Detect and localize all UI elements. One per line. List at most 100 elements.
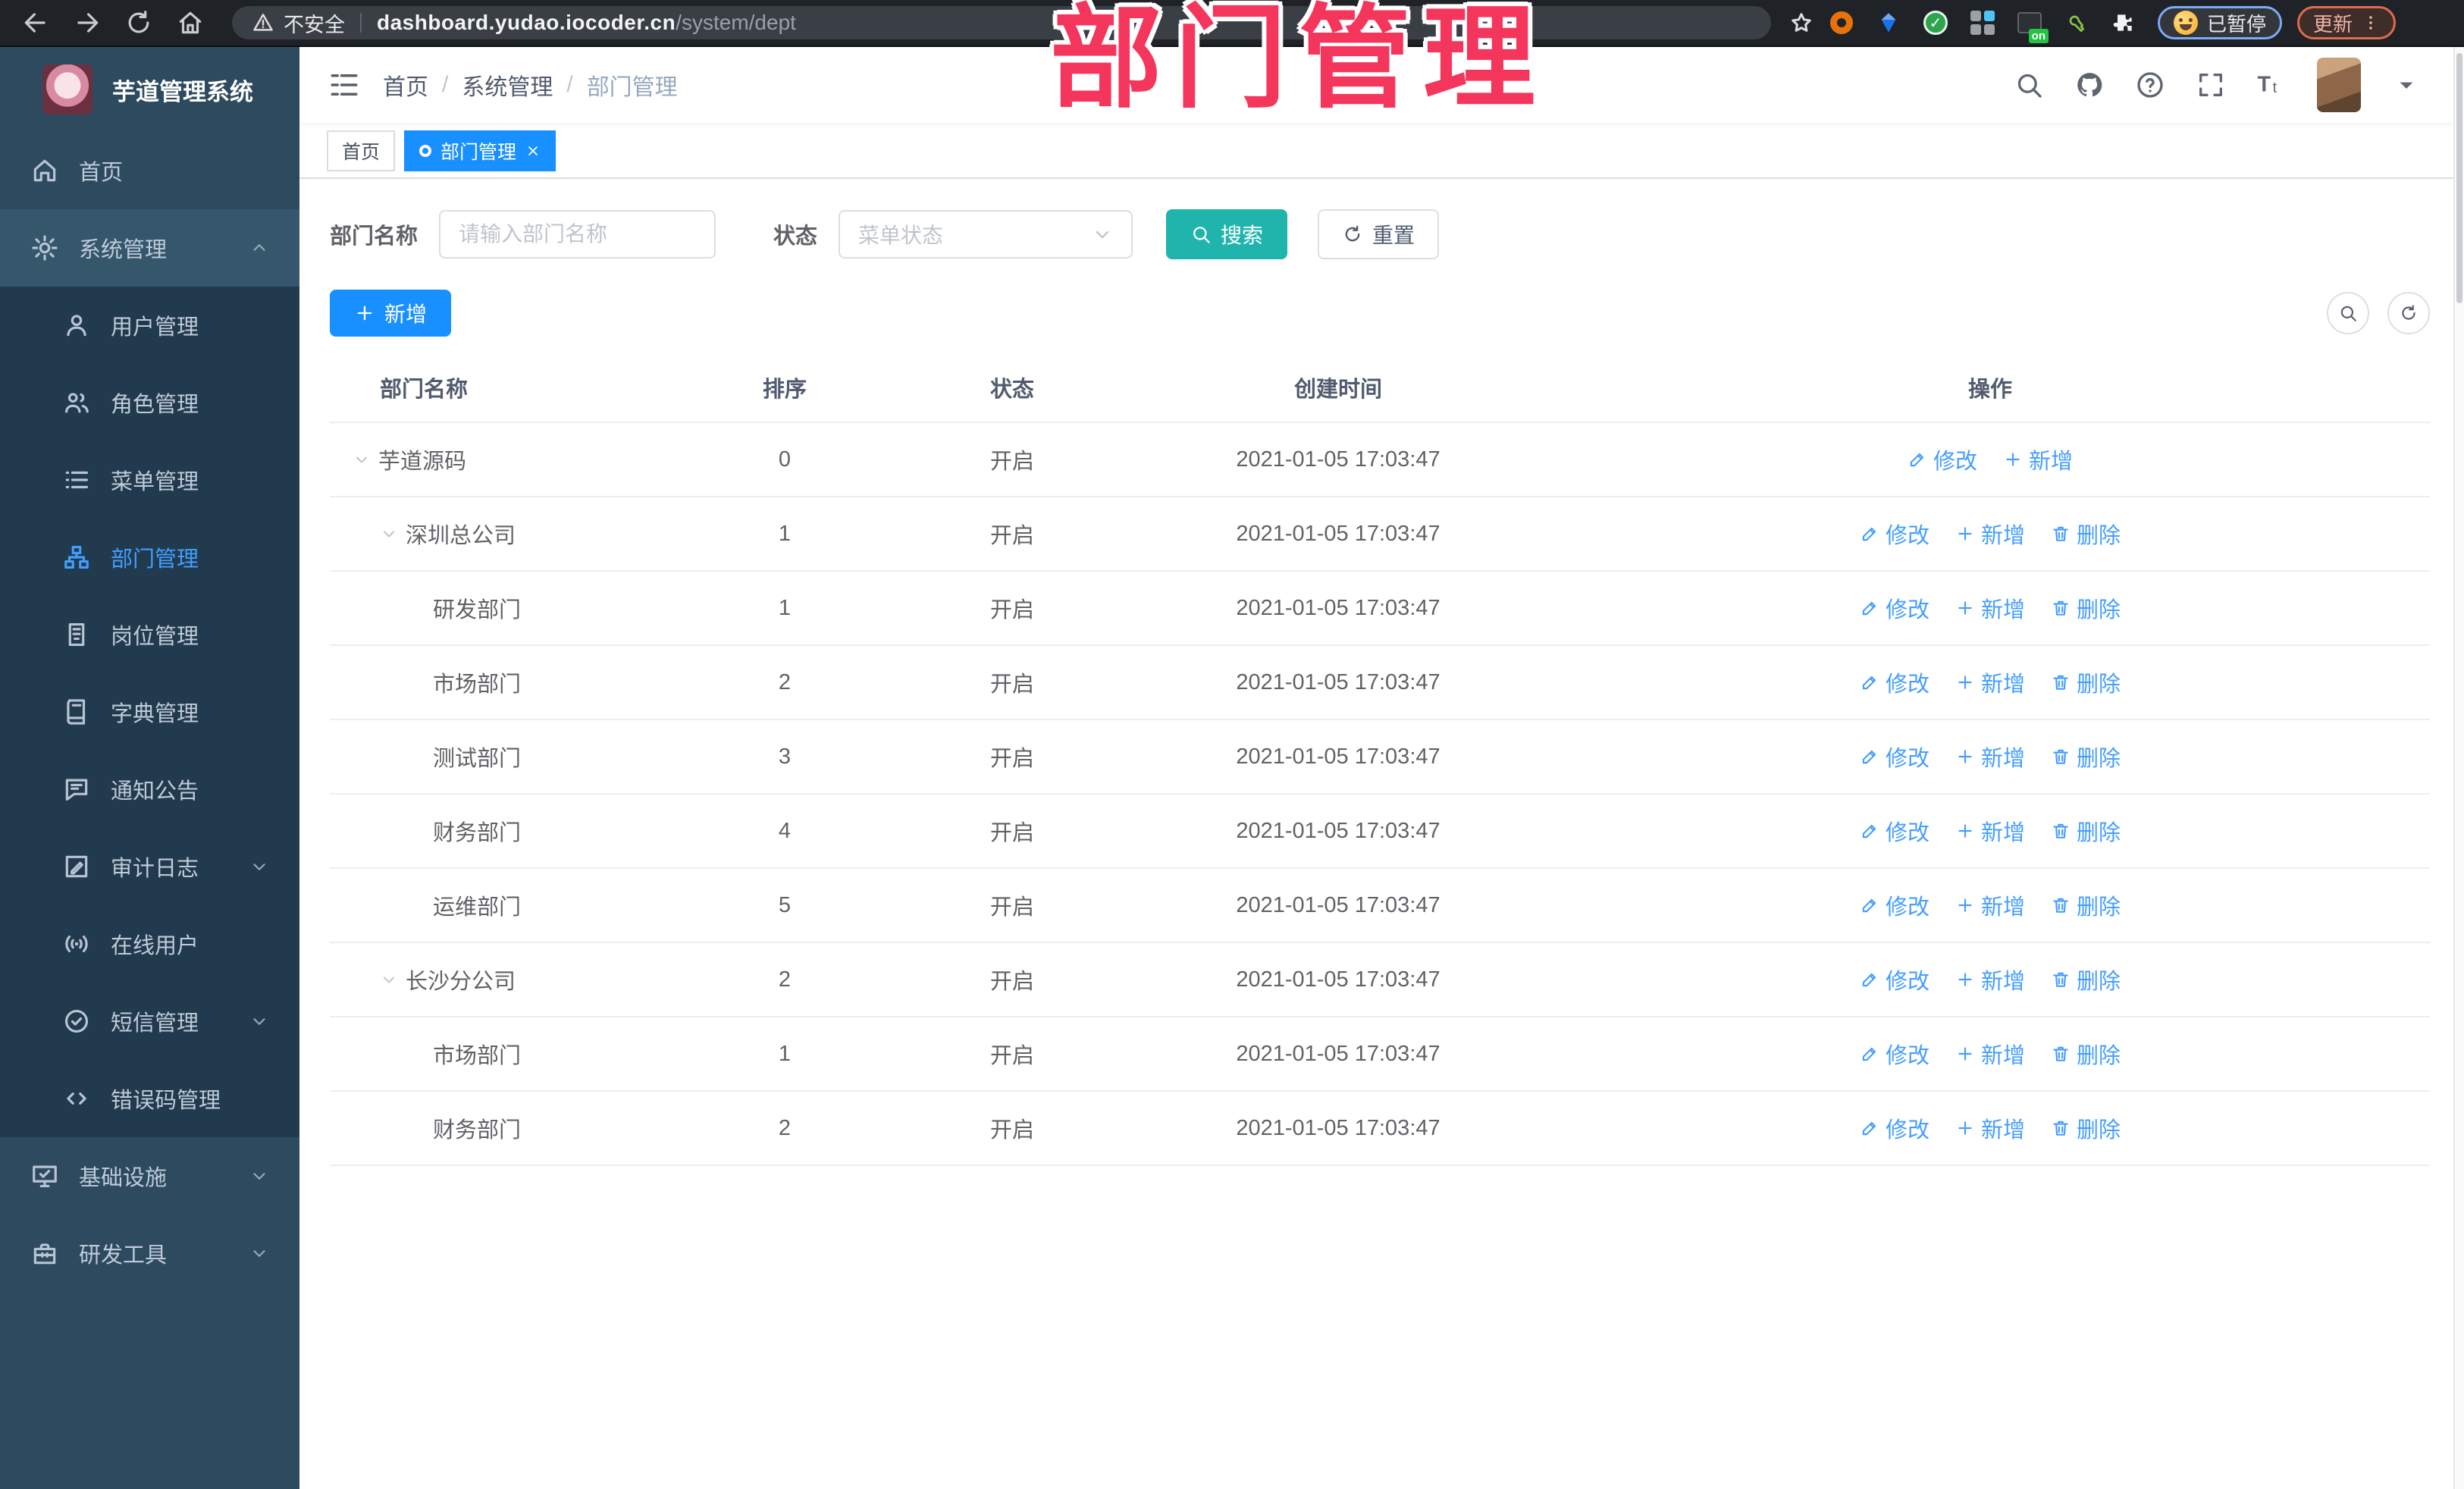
- fullscreen-icon[interactable]: [2196, 70, 2226, 100]
- op-修改-link[interactable]: 修改: [1860, 889, 1930, 921]
- op-修改-link[interactable]: 修改: [1860, 1112, 1930, 1144]
- dept-status: 开启: [989, 821, 1034, 845]
- op-修改-link[interactable]: 修改: [1908, 444, 1977, 475]
- profile-paused-chip[interactable]: 已暂停: [2158, 6, 2283, 39]
- op-删除-link[interactable]: 删除: [2051, 741, 2121, 773]
- op-修改-link[interactable]: 修改: [1860, 964, 1930, 995]
- dept-operations: 修改 新增 删除: [1550, 964, 2430, 995]
- op-新增-link[interactable]: 新增: [1955, 666, 2025, 698]
- bookmark-star-icon[interactable]: [1788, 9, 1815, 36]
- breadcrumb-item[interactable]: 首页: [383, 68, 428, 102]
- op-新增-link[interactable]: 新增: [1955, 815, 2025, 847]
- ext-green-key-icon[interactable]: [2062, 8, 2091, 37]
- chevron-down-icon[interactable]: [353, 450, 371, 469]
- address-bar[interactable]: 不安全 dashboard.yudao.iocoder.cn/system/de…: [232, 6, 1771, 39]
- op-删除-link[interactable]: 删除: [2051, 964, 2121, 995]
- op-修改-link[interactable]: 修改: [1860, 592, 1930, 624]
- breadcrumb-item[interactable]: 系统管理: [462, 68, 553, 102]
- sidebar-item-审计日志[interactable]: 审计日志: [0, 828, 299, 905]
- table-row[interactable]: 财务部门 2 开启 2021-01-05 17:03:47 修改 新增 删除: [330, 1092, 2430, 1166]
- sidebar-item-通知公告[interactable]: 通知公告: [0, 751, 299, 828]
- sidebar-item-系统管理[interactable]: 系统管理: [0, 209, 299, 287]
- op-新增-link[interactable]: 新增: [1955, 889, 2025, 921]
- table-row[interactable]: 深圳总公司 1 开启 2021-01-05 17:03:47 修改 新增 删除: [330, 497, 2430, 572]
- dept-name-input[interactable]: [439, 210, 716, 259]
- ext-green-check-icon[interactable]: ✓: [1921, 8, 1950, 37]
- op-新增-link[interactable]: 新增: [1955, 964, 2025, 995]
- op-删除-link[interactable]: 删除: [2051, 1112, 2121, 1144]
- table-row[interactable]: 芋道源码 0 开启 2021-01-05 17:03:47 修改 新增: [330, 423, 2430, 497]
- tab-首页[interactable]: 首页: [327, 130, 396, 171]
- user-avatar[interactable]: [2317, 58, 2361, 112]
- kebab-menu-icon[interactable]: [2362, 14, 2380, 32]
- sidebar-item-角色管理[interactable]: 角色管理: [0, 364, 299, 441]
- chevron-down-icon: [249, 1011, 269, 1031]
- sidebar-item-用户管理[interactable]: 用户管理: [0, 287, 299, 364]
- ext-blue-gem-icon[interactable]: [1874, 8, 1903, 37]
- page-scrollbar[interactable]: [2453, 47, 2464, 1489]
- chevron-down-icon[interactable]: [380, 970, 398, 989]
- op-修改-link[interactable]: 修改: [1860, 1038, 1930, 1070]
- dept-order: 1: [778, 521, 792, 546]
- op-修改-link[interactable]: 修改: [1860, 518, 1930, 550]
- github-icon[interactable]: [2074, 70, 2105, 100]
- ext-squares-icon[interactable]: [1968, 8, 1997, 37]
- table-row[interactable]: 运维部门 5 开启 2021-01-05 17:03:47 修改 新增 删除: [330, 869, 2430, 943]
- app-logo-row[interactable]: 芋道管理系统: [0, 47, 299, 132]
- op-新增-link[interactable]: 新增: [1955, 1038, 2025, 1070]
- op-新增-link[interactable]: 新增: [1955, 518, 2025, 550]
- table-row[interactable]: 市场部门 1 开启 2021-01-05 17:03:47 修改 新增 删除: [330, 1017, 2430, 1092]
- op-修改-link[interactable]: 修改: [1860, 666, 1930, 698]
- browser-back-icon[interactable]: [21, 8, 50, 37]
- op-删除-link[interactable]: 删除: [2051, 1038, 2121, 1070]
- close-icon[interactable]: [525, 143, 541, 158]
- op-修改-link[interactable]: 修改: [1860, 741, 1930, 773]
- table-row[interactable]: 长沙分公司 2 开启 2021-01-05 17:03:47 修改 新增 删除: [330, 943, 2430, 1017]
- add-button[interactable]: 新增: [330, 290, 452, 337]
- ext-puzzle-icon[interactable]: [2109, 8, 2138, 37]
- sidebar-item-在线用户[interactable]: 在线用户: [0, 905, 299, 983]
- sidebar-item-菜单管理[interactable]: 菜单管理: [0, 441, 299, 519]
- op-新增-link[interactable]: 新增: [2003, 444, 2073, 475]
- table-row[interactable]: 财务部门 4 开启 2021-01-05 17:03:47 修改 新增 删除: [330, 795, 2430, 869]
- table-row[interactable]: 市场部门 2 开启 2021-01-05 17:03:47 修改 新增 删除: [330, 646, 2430, 720]
- reset-button[interactable]: 重置: [1318, 209, 1440, 259]
- search-button[interactable]: 搜索: [1166, 209, 1288, 259]
- scrollbar-thumb[interactable]: [2456, 53, 2462, 303]
- search-icon[interactable]: [2014, 70, 2044, 100]
- op-新增-link[interactable]: 新增: [1955, 741, 2025, 773]
- op-删除-link[interactable]: 删除: [2051, 518, 2121, 550]
- sidebar-item-基础设施[interactable]: 基础设施: [0, 1137, 299, 1215]
- refresh-table-button[interactable]: [2387, 292, 2430, 334]
- sidebar-item-短信管理[interactable]: 短信管理: [0, 983, 299, 1060]
- sidebar-item-错误码管理[interactable]: 错误码管理: [0, 1060, 299, 1137]
- op-删除-link[interactable]: 删除: [2051, 592, 2121, 624]
- caret-down-icon[interactable]: [2391, 70, 2422, 100]
- chevron-down-icon[interactable]: [380, 525, 398, 543]
- hamburger-icon[interactable]: [328, 69, 360, 101]
- update-button[interactable]: 更新: [2297, 6, 2397, 39]
- table-row[interactable]: 测试部门 3 开启 2021-01-05 17:03:47 修改 新增 删除: [330, 720, 2430, 795]
- sidebar-item-研发工具[interactable]: 研发工具: [0, 1215, 299, 1292]
- op-删除-link[interactable]: 删除: [2051, 889, 2121, 921]
- sidebar-item-部门管理[interactable]: 部门管理: [0, 519, 299, 596]
- browser-reload-icon[interactable]: [124, 8, 153, 37]
- tab-部门管理[interactable]: 部门管理: [404, 130, 556, 171]
- op-删除-link[interactable]: 删除: [2051, 815, 2121, 847]
- browser-forward-icon[interactable]: [73, 8, 102, 37]
- sidebar-item-字典管理[interactable]: 字典管理: [0, 673, 299, 751]
- toggle-search-button[interactable]: [2327, 292, 2369, 334]
- table-row[interactable]: 研发部门 1 开启 2021-01-05 17:03:47 修改 新增 删除: [330, 572, 2430, 646]
- op-新增-link[interactable]: 新增: [1955, 1112, 2025, 1144]
- browser-home-icon[interactable]: [176, 8, 205, 37]
- sidebar-item-首页[interactable]: 首页: [0, 132, 299, 209]
- fontsize-icon[interactable]: Tt: [2256, 70, 2287, 100]
- op-删除-link[interactable]: 删除: [2051, 666, 2121, 698]
- help-icon[interactable]: [2135, 70, 2165, 100]
- ext-dark-on-icon[interactable]: on: [2015, 8, 2049, 43]
- op-修改-link[interactable]: 修改: [1860, 815, 1930, 847]
- ext-orange-ring-icon[interactable]: [1827, 8, 1856, 37]
- sidebar-item-岗位管理[interactable]: 岗位管理: [0, 596, 299, 673]
- op-新增-link[interactable]: 新增: [1955, 592, 2025, 624]
- status-select[interactable]: 菜单状态: [839, 210, 1133, 259]
